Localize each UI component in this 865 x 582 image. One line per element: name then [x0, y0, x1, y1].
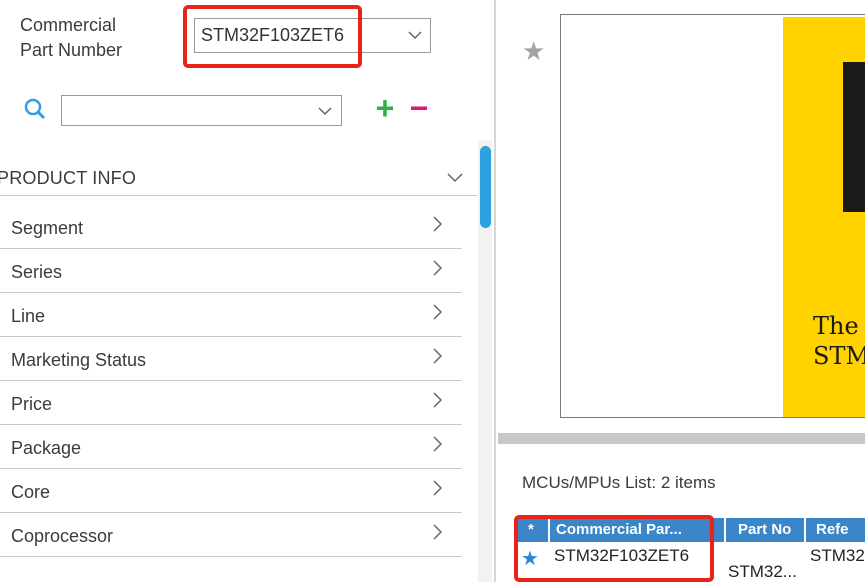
- chevron-down-icon: [408, 19, 422, 64]
- search-icon[interactable]: [23, 97, 47, 121]
- chevron-down-icon: [318, 101, 332, 124]
- banner-graphic: [843, 62, 865, 212]
- add-filter-button[interactable]: +: [372, 92, 398, 124]
- star-icon[interactable]: ★: [522, 36, 545, 67]
- chevron-right-icon: [432, 346, 443, 371]
- filter-item-label: Coprocessor: [11, 526, 114, 546]
- filter-item-series[interactable]: Series: [0, 249, 462, 293]
- search-input[interactable]: [61, 95, 342, 126]
- filter-item-label: Package: [11, 438, 82, 458]
- banner-text-line1: The: [813, 312, 859, 340]
- filter-item-label: Marketing Status: [11, 350, 147, 370]
- filter-panel: Commercial Part Number STM32F103ZET6 + −…: [0, 0, 496, 582]
- filter-item-label: Line: [11, 306, 46, 326]
- product-preview-card: The STM: [560, 14, 865, 418]
- column-header-part-no[interactable]: Part No: [726, 518, 804, 542]
- column-header-reference[interactable]: Refe: [806, 518, 865, 542]
- commercial-part-number-label: Commercial Part Number: [20, 15, 123, 60]
- mcu-list-caption: MCUs/MPUs List: 2 items: [522, 473, 716, 492]
- highlight-box: [514, 515, 714, 582]
- cell-part-no[interactable]: STM32...: [728, 562, 797, 582]
- chevron-right-icon: [432, 390, 443, 415]
- filter-item-line[interactable]: Line: [0, 293, 462, 337]
- product-info-list: Segment Series Line Marketing Status Pri…: [0, 205, 462, 557]
- chevron-right-icon: [432, 522, 443, 547]
- filter-item-package[interactable]: Package: [0, 425, 462, 469]
- splitter[interactable]: [498, 433, 865, 444]
- scrollbar-thumb[interactable]: [480, 146, 491, 228]
- banner-text-line2: STM: [813, 342, 865, 370]
- filter-item-label: Core: [11, 482, 51, 502]
- results-panel: ★ The STM MCUs/MPUs List: 2 items * Comm…: [498, 0, 865, 582]
- filter-item-coprocessor[interactable]: Coprocessor: [0, 513, 462, 557]
- chevron-down-icon: [447, 166, 463, 193]
- chevron-right-icon: [432, 258, 443, 283]
- chevron-right-icon: [432, 302, 443, 327]
- filter-item-label: Series: [11, 262, 63, 282]
- filter-item-marketing-status[interactable]: Marketing Status: [0, 337, 462, 381]
- product-info-header[interactable]: PRODUCT INFO: [0, 162, 477, 196]
- cell-reference[interactable]: STM32: [810, 546, 865, 566]
- filter-item-label: Segment: [11, 218, 84, 238]
- filter-item-segment[interactable]: Segment: [0, 205, 462, 249]
- filter-item-price[interactable]: Price: [0, 381, 462, 425]
- filter-item-label: Price: [11, 394, 53, 414]
- product-banner-image: The STM: [783, 17, 865, 417]
- chevron-right-icon: [432, 478, 443, 503]
- chevron-right-icon: [432, 214, 443, 239]
- chevron-right-icon: [432, 434, 443, 459]
- product-info-title: PRODUCT INFO: [0, 168, 137, 188]
- filter-item-core[interactable]: Core: [0, 469, 462, 513]
- remove-filter-button[interactable]: −: [406, 92, 432, 124]
- highlight-box: [183, 5, 362, 68]
